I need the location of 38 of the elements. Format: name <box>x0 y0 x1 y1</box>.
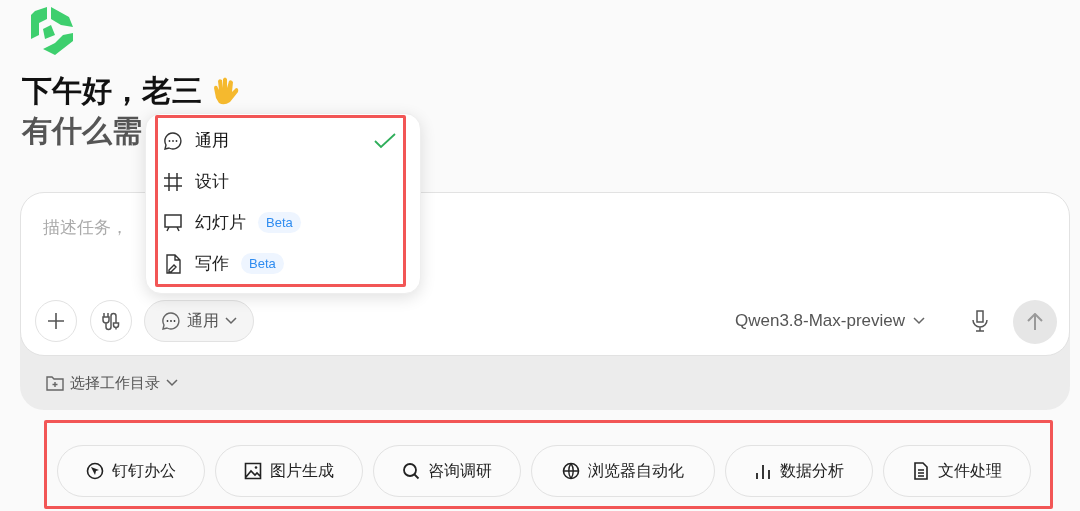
document-icon <box>912 462 930 480</box>
chevron-down-icon <box>166 379 178 388</box>
image-icon <box>244 462 262 480</box>
quick-action-chip[interactable]: 浏览器自动化 <box>531 445 715 497</box>
chat-bubble-icon <box>163 130 183 151</box>
model-dropdown[interactable]: Qwen3.8-Max-preview <box>735 308 926 334</box>
chevron-down-icon <box>913 316 926 325</box>
hash-icon <box>163 171 183 192</box>
quick-action-chip[interactable]: 咨询调研 <box>373 445 521 497</box>
mode-menu-item[interactable]: 通用 <box>195 127 229 154</box>
document-pen-icon <box>163 253 183 274</box>
subtitle: 有什么需 <box>22 113 142 149</box>
quick-action-chip[interactable]: 文件处理 <box>883 445 1031 497</box>
presentation-icon <box>163 212 183 233</box>
mode-dropdown[interactable]: 通用 <box>144 300 254 342</box>
bar-chart-icon <box>754 462 772 480</box>
arrow-up-icon <box>1026 313 1044 331</box>
quick-action-chip[interactable]: 钉钉办公 <box>57 445 205 497</box>
chevron-down-icon <box>225 317 237 325</box>
workspace-dropdown[interactable]: 选择工作目录 <box>70 372 178 395</box>
microphone-icon[interactable] <box>972 310 988 332</box>
compass-icon <box>86 462 104 480</box>
folder-plus-icon <box>46 375 64 392</box>
quick-action-chip[interactable]: 图片生成 <box>215 445 363 497</box>
globe-icon <box>562 462 580 480</box>
send-button[interactable] <box>1013 300 1057 344</box>
quick-action-chip[interactable]: 数据分析 <box>725 445 873 497</box>
plus-icon <box>47 312 65 330</box>
beta-badge: Beta <box>241 252 284 275</box>
plug-icon <box>101 311 121 331</box>
mode-menu-item[interactable]: 幻灯片 <box>195 209 246 236</box>
greeting-title: 下午好，老三 <box>22 75 202 107</box>
beta-badge: Beta <box>258 211 301 234</box>
mode-menu-item[interactable]: 写作 <box>195 250 229 277</box>
chat-bubble-icon <box>161 311 181 331</box>
checkmark-icon <box>374 132 396 149</box>
search-icon <box>402 462 420 480</box>
mode-menu-item[interactable]: 设计 <box>195 168 229 195</box>
